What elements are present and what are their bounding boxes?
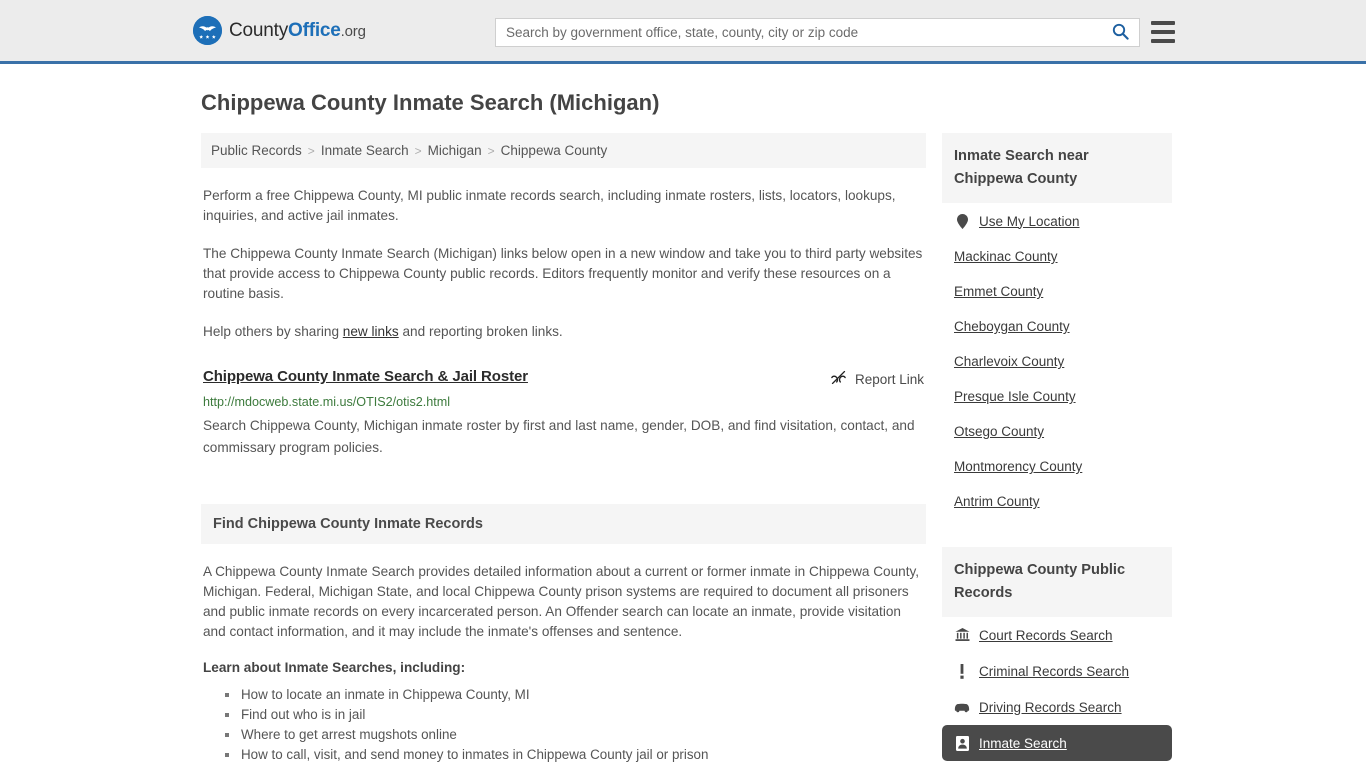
sidebar-item-charlevoix-county[interactable]: Charlevoix County	[942, 344, 1172, 379]
intro-paragraph-1: Perform a free Chippewa County, MI publi…	[203, 188, 896, 223]
list-item: How to call, visit, and send money to in…	[225, 745, 924, 765]
list-item: How to locate an inmate in Chippewa Coun…	[225, 685, 924, 705]
intro-paragraph-3: Help others by sharing new links and rep…	[201, 322, 926, 342]
breadcrumb-item-michigan[interactable]: Michigan	[428, 143, 482, 158]
map-pin-icon	[954, 213, 970, 229]
find-records-heading: Find Chippewa County Inmate Records	[201, 504, 926, 544]
search-bar	[495, 18, 1140, 47]
hamburger-bar	[1151, 30, 1175, 34]
search-icon	[1112, 23, 1129, 43]
page-title: Chippewa County Inmate Search (Michigan)	[201, 90, 660, 115]
list-item: Where to get arrest mugshots online	[225, 725, 924, 745]
breadcrumb-item-chippewa-county: Chippewa County	[500, 143, 608, 158]
public-records-panel-heading: Chippewa County Public Records	[942, 547, 1172, 617]
result-url[interactable]: http://mdocweb.state.mi.us/OTIS2/otis2.h…	[203, 395, 924, 409]
sidebar-item-jail-records-search[interactable]: Jail Records Search	[942, 761, 1172, 768]
breadcrumb-separator-icon: >	[487, 143, 495, 158]
search-button[interactable]	[1101, 19, 1139, 46]
search-input[interactable]	[496, 19, 1101, 46]
nearby-panel-heading: Inmate Search near Chippewa County	[942, 133, 1172, 203]
brand-tld: .org	[340, 22, 366, 40]
report-link-label: Report Link	[854, 371, 924, 387]
main-column: Public Records > Inmate Search > Michiga…	[201, 133, 926, 768]
intro-paragraph-2: The Chippewa County Inmate Search (Michi…	[203, 246, 923, 301]
sidebar-link-label[interactable]: Otsego County	[954, 424, 1044, 439]
nearby-county-list: Use My Location Mackinac County Emmet Co…	[942, 203, 1172, 519]
broken-link-icon	[830, 369, 847, 389]
site-header: CountyOffice.org	[0, 0, 1366, 64]
learn-about-list: How to locate an inmate in Chippewa Coun…	[203, 685, 924, 768]
sidebar-link-label[interactable]: Montmorency County	[954, 459, 1082, 474]
public-records-list: Court Records Search Criminal Records Se…	[942, 617, 1172, 768]
share-text-after: and reporting broken links.	[398, 324, 563, 339]
sidebar-link-label[interactable]: Driving Records Search	[979, 700, 1122, 715]
sidebar: Inmate Search near Chippewa County Use M…	[942, 133, 1172, 768]
sidebar-link-label[interactable]: Presque Isle County	[954, 389, 1076, 404]
sidebar-link-label[interactable]: Antrim County	[954, 494, 1040, 509]
sidebar-item-use-my-location[interactable]: Use My Location	[942, 203, 1172, 239]
find-records-paragraph: A Chippewa County Inmate Search provides…	[203, 564, 920, 639]
breadcrumb: Public Records > Inmate Search > Michiga…	[201, 133, 926, 168]
sidebar-item-emmet-county[interactable]: Emmet County	[942, 274, 1172, 309]
site-logo-text: CountyOffice.org	[229, 20, 366, 42]
search-result-item: Chippewa County Inmate Search & Jail Ros…	[201, 368, 926, 459]
two-column-layout: Public Records > Inmate Search > Michiga…	[193, 133, 1173, 768]
sidebar-link-label[interactable]: Emmet County	[954, 284, 1043, 299]
sidebar-link-label[interactable]: Inmate Search	[979, 736, 1067, 751]
content-container: Chippewa County Inmate Search (Michigan)…	[193, 90, 1173, 768]
public-records-panel: Chippewa County Public Records Court Rec…	[942, 547, 1172, 768]
hamburger-menu-icon[interactable]	[1151, 21, 1175, 43]
hamburger-bar	[1151, 21, 1175, 25]
new-links-link[interactable]: new links	[343, 324, 399, 339]
breadcrumb-separator-icon: >	[414, 143, 422, 158]
sidebar-link-label[interactable]: Cheboygan County	[954, 319, 1070, 334]
sidebar-item-cheboygan-county[interactable]: Cheboygan County	[942, 309, 1172, 344]
breadcrumb-item-public-records[interactable]: Public Records	[211, 143, 302, 158]
sidebar-link-label[interactable]: Charlevoix County	[954, 354, 1064, 369]
brand-accent: Office	[288, 19, 341, 41]
site-logo[interactable]: CountyOffice.org	[193, 16, 366, 45]
sidebar-item-otsego-county[interactable]: Otsego County	[942, 414, 1172, 449]
share-text-before: Help others by sharing	[203, 324, 343, 339]
sidebar-item-montmorency-county[interactable]: Montmorency County	[942, 449, 1172, 484]
sidebar-link-label[interactable]: Use My Location	[979, 214, 1080, 229]
result-header-row: Chippewa County Inmate Search & Jail Ros…	[203, 368, 924, 389]
list-item: Find out who is in jail	[225, 705, 924, 725]
county-office-seal-icon	[193, 16, 222, 45]
sidebar-item-court-records-search[interactable]: Court Records Search	[942, 617, 1172, 653]
sidebar-item-driving-records-search[interactable]: Driving Records Search	[942, 689, 1172, 725]
car-icon	[954, 699, 970, 715]
sidebar-link-label[interactable]: Criminal Records Search	[979, 664, 1129, 679]
nearby-inmate-search-panel: Inmate Search near Chippewa County Use M…	[942, 133, 1172, 519]
page-body: Chippewa County Inmate Search (Michigan)…	[0, 90, 1366, 768]
sidebar-item-presque-isle-county[interactable]: Presque Isle County	[942, 379, 1172, 414]
sidebar-link-label[interactable]: Court Records Search	[979, 628, 1113, 643]
result-title-link[interactable]: Chippewa County Inmate Search & Jail Ros…	[203, 368, 528, 385]
learn-about-subheading: Learn about Inmate Searches, including:	[203, 660, 466, 675]
breadcrumb-separator-icon: >	[307, 143, 315, 158]
report-link-button[interactable]: Report Link	[830, 368, 924, 389]
hamburger-bar	[1151, 39, 1175, 43]
sidebar-item-inmate-search[interactable]: Inmate Search	[942, 725, 1172, 761]
sidebar-item-antrim-county[interactable]: Antrim County	[942, 484, 1172, 519]
find-records-section: Find Chippewa County Inmate Records A Ch…	[201, 504, 926, 768]
courthouse-icon	[954, 627, 970, 643]
exclamation-icon	[954, 663, 970, 679]
result-description: Search Chippewa County, Michigan inmate …	[203, 418, 915, 455]
brand-prefix: County	[229, 19, 289, 41]
find-records-body: A Chippewa County Inmate Search provides…	[201, 562, 926, 768]
sidebar-item-mackinac-county[interactable]: Mackinac County	[942, 239, 1172, 274]
breadcrumb-item-inmate-search[interactable]: Inmate Search	[321, 143, 409, 158]
sidebar-link-label[interactable]: Mackinac County	[954, 249, 1058, 264]
sidebar-item-criminal-records-search[interactable]: Criminal Records Search	[942, 653, 1172, 689]
id-card-icon	[954, 735, 970, 751]
